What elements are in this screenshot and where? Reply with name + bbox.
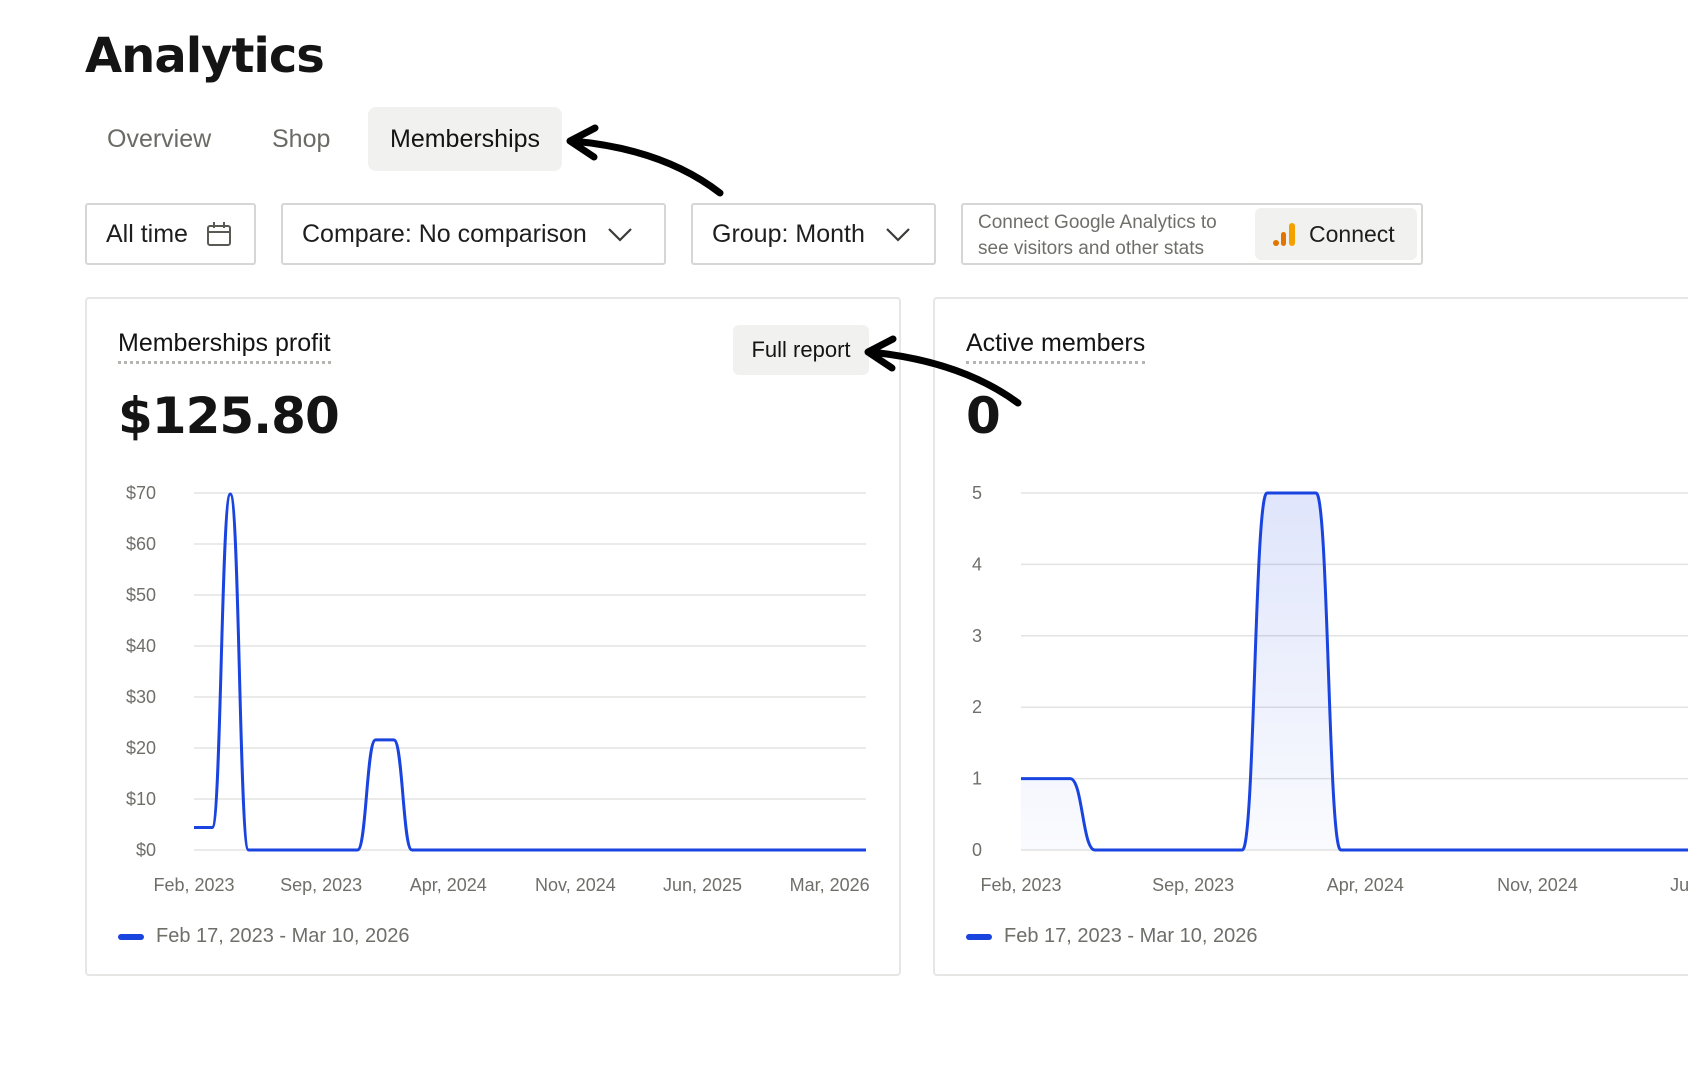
y-tick-label: $70 — [126, 483, 156, 503]
x-tick-label: Nov, 2024 — [535, 875, 616, 895]
google-analytics-icon — [1271, 221, 1297, 247]
y-tick-label: 3 — [972, 626, 982, 646]
google-analytics-message: Connect Google Analytics to see visitors… — [978, 210, 1258, 262]
x-tick-label: Jun, 2025 — [1670, 875, 1688, 895]
group-select[interactable]: Group: Month — [691, 203, 936, 265]
calendar-icon — [206, 221, 232, 247]
y-tick-label: 5 — [972, 483, 982, 503]
active-members-chart: 0 1 2 3 4 5 Feb, 2023 Sep, 2023 Apr, 2024 Nov, 20… — [972, 483, 1688, 895]
members-legend: Feb 17, 2023 - Mar 10, 2026 — [966, 925, 1258, 948]
tab-shop[interactable]: Shop — [250, 107, 352, 171]
chevron-down-icon — [607, 226, 633, 242]
compare-select[interactable]: Compare: No comparison — [281, 203, 666, 265]
ga-message-line1: Connect Google Analytics to — [978, 212, 1217, 233]
x-tick-label: Sep, 2023 — [280, 875, 362, 895]
chevron-down-icon — [885, 226, 911, 242]
x-tick-label: Mar, 2026 — [790, 875, 870, 895]
x-tick-label: Jun, 2025 — [663, 875, 742, 895]
series-area — [1021, 493, 1688, 850]
y-tick-label: $40 — [126, 636, 156, 656]
y-tick-label: $50 — [126, 585, 156, 605]
ga-message-line2: see visitors and other stats — [978, 238, 1204, 259]
y-tick-label: 0 — [972, 840, 982, 860]
legend-swatch — [118, 933, 144, 940]
compare-label: Compare: No comparison — [302, 219, 587, 248]
date-range-button[interactable]: All time — [85, 203, 256, 265]
y-tick-label: $20 — [126, 738, 156, 758]
connect-button[interactable]: Connect — [1255, 208, 1417, 260]
y-tick-label: $10 — [126, 789, 156, 809]
y-tick-label: 4 — [972, 554, 982, 574]
tab-overview[interactable]: Overview — [85, 107, 233, 171]
date-range-label: All time — [106, 219, 188, 248]
active-members-card: Active members 0 0 1 2 3 4 5 Feb, 2023 Sep, 202… — [933, 297, 1688, 976]
legend-swatch — [966, 933, 992, 940]
series-line — [194, 492, 866, 852]
series-line — [1021, 491, 1688, 852]
y-tick-label: $60 — [126, 534, 156, 554]
x-tick-label: Nov, 2024 — [1497, 875, 1578, 895]
y-tick-label: $30 — [126, 687, 156, 707]
x-tick-label: Feb, 2023 — [153, 875, 234, 895]
connect-label: Connect — [1309, 220, 1395, 247]
memberships-profit-card: Memberships profit $125.80 Full report $… — [85, 297, 901, 976]
y-tick-label: $0 — [136, 840, 156, 860]
tab-memberships[interactable]: Memberships — [368, 107, 563, 171]
x-tick-label: Apr, 2024 — [410, 875, 487, 895]
x-tick-label: Feb, 2023 — [980, 875, 1061, 895]
arrow-to-memberships-tab — [566, 124, 724, 197]
page-title: Analytics — [85, 28, 325, 84]
y-tick-label: 2 — [972, 697, 982, 717]
profit-legend-label: Feb 17, 2023 - Mar 10, 2026 — [156, 925, 410, 947]
google-analytics-banner: Connect Google Analytics to see visitors… — [961, 203, 1423, 265]
profit-legend: Feb 17, 2023 - Mar 10, 2026 — [118, 925, 410, 948]
y-tick-label: 1 — [972, 769, 982, 789]
memberships-profit-chart: $0 $10 $20 $30 $40 $50 $60 $70 Feb, 2023 Sep, 202… — [126, 483, 870, 895]
members-legend-label: Feb 17, 2023 - Mar 10, 2026 — [1004, 925, 1258, 947]
x-tick-label: Apr, 2024 — [1327, 875, 1404, 895]
x-tick-label: Sep, 2023 — [1152, 875, 1234, 895]
group-label: Group: Month — [712, 219, 865, 248]
